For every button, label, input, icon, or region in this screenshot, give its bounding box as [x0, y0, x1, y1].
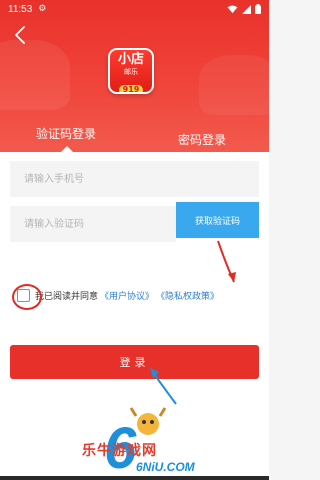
wifi-icon	[227, 4, 238, 13]
phone-input[interactable]	[10, 161, 259, 197]
get-code-button[interactable]: 获取验证码	[176, 202, 259, 238]
logo-number: 919	[118, 85, 144, 92]
status-bar: 11:53 ⚙	[0, 0, 269, 18]
status-icons	[227, 4, 261, 14]
annotation-circle	[12, 284, 42, 310]
logo-subtitle: 邮乐	[124, 68, 138, 76]
app-logo: 小店 邮乐 919	[108, 48, 154, 94]
signal-icon	[242, 4, 251, 14]
privacy-policy-link[interactable]: 《隐私权政策》	[156, 289, 219, 302]
battery-icon	[255, 4, 261, 14]
agreement-text: 我已阅读并同意	[35, 292, 99, 302]
logo-title: 小店	[117, 52, 144, 67]
watermark-brand: 乐牛游戏网	[82, 443, 157, 459]
bottom-bar	[0, 476, 269, 480]
user-agreement-link[interactable]: 《用户协议》	[100, 289, 154, 302]
tab-sms-login[interactable]: 验证码登录	[36, 125, 96, 142]
agreement-row: 我已阅读并同意 《用户协议》 《隐私权政策》	[17, 289, 219, 302]
status-time: 11:53	[8, 3, 33, 15]
verification-code-input[interactable]	[10, 206, 176, 242]
watermark-domain: 6NiU.COM	[136, 460, 195, 474]
settings-icon: ⚙	[38, 4, 47, 14]
back-arrow-icon[interactable]	[10, 24, 32, 46]
login-button[interactable]: 登录	[10, 345, 259, 379]
tab-password-login[interactable]: 密码登录	[178, 131, 226, 148]
